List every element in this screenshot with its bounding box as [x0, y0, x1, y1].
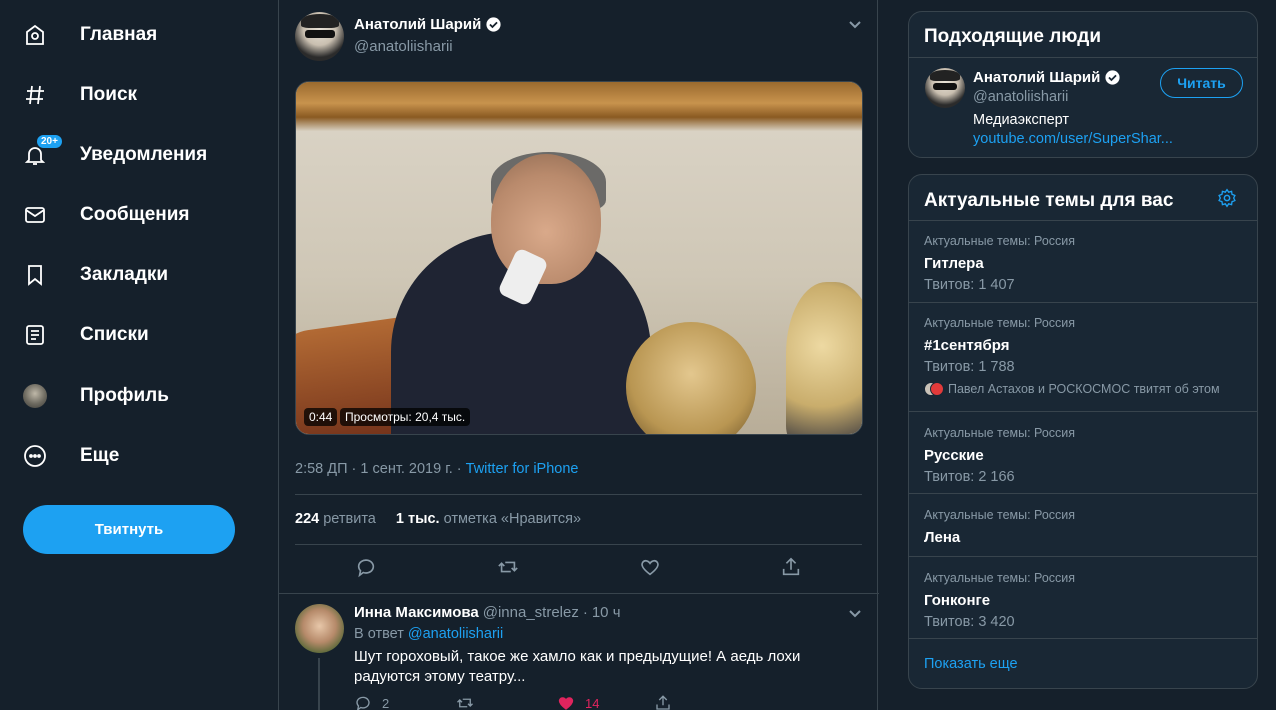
trend-item[interactable]: Актуальные темы: Россия Русские Твитов: … — [909, 411, 1257, 493]
who-to-follow-panel: Подходящие люди Анатолий Шарий @anatolii… — [908, 11, 1258, 158]
retweets-stat[interactable]: 224 ретвита — [295, 511, 376, 527]
trends-panel: Актуальные темы для вас Актуальные темы:… — [908, 174, 1258, 689]
primary-navigation: Главная Поиск 20+ Уведомления Сообщения … — [0, 0, 278, 710]
nav-home[interactable]: Главная — [22, 13, 157, 57]
suggested-user-avatar[interactable] — [925, 68, 965, 108]
author-avatar[interactable] — [295, 12, 344, 61]
nav-explore[interactable]: Поиск — [22, 73, 137, 117]
hashtag-icon — [22, 82, 48, 108]
tweet-stats: 224 ретвита 1 тыс. отметка «Нравится» — [295, 511, 581, 527]
reply-author-name[interactable]: Инна Максимова — [354, 604, 479, 621]
nav-notifications[interactable]: 20+ Уведомления — [22, 133, 207, 177]
suggested-user-name[interactable]: Анатолий Шарий — [973, 69, 1121, 86]
participant-avatars-icon — [924, 382, 944, 396]
home-icon — [22, 22, 48, 48]
show-more-link[interactable]: Показать еще — [924, 656, 1018, 672]
reply-header: Инна Максимова @inna_strelez · 10 ч — [354, 604, 621, 621]
nav-bookmarks[interactable]: Закладки — [22, 253, 168, 297]
author-name-text: Анатолий Шарий — [354, 16, 482, 33]
nav-more-label: Еще — [80, 445, 120, 466]
reply-text: Шут гороховый, такое же хамло как и пред… — [354, 648, 801, 685]
nav-notifications-label: Уведомления — [80, 144, 208, 165]
suggested-user-link[interactable]: youtube.com/user/SuperShar... — [973, 131, 1173, 147]
nav-lists-label: Списки — [80, 324, 149, 345]
trend-item[interactable]: Актуальные темы: Россия Гитлера Твитов: … — [909, 220, 1257, 302]
reply-author-avatar[interactable] — [295, 604, 344, 653]
settings-gear-icon[interactable] — [1217, 188, 1237, 208]
nav-bookmarks-label: Закладки — [80, 264, 169, 285]
nav-more[interactable]: Еще — [22, 434, 119, 478]
reply-to-handle-link[interactable]: @anatoliisharii — [408, 626, 503, 642]
reply-menu-chevron-icon[interactable] — [848, 606, 862, 620]
likes-stat[interactable]: 1 тыс. отметка «Нравится» — [396, 511, 581, 527]
thread-line — [318, 658, 320, 710]
retweet-icon[interactable] — [497, 556, 521, 580]
bookmark-icon — [22, 262, 48, 288]
nav-messages[interactable]: Сообщения — [22, 193, 190, 237]
nav-messages-label: Сообщения — [80, 204, 190, 225]
like-heart-icon — [558, 697, 574, 710]
tweet-time[interactable]: 2:58 ДП — [295, 461, 348, 477]
reply-share-button[interactable] — [654, 694, 672, 710]
show-more-row: Показать еще — [909, 638, 1257, 688]
video-views: Просмотры: 20,4 тыс. — [340, 408, 471, 426]
retweet-icon — [457, 698, 473, 708]
trend-item[interactable]: Актуальные темы: Россия Лена — [909, 493, 1257, 556]
bell-icon: 20+ — [22, 134, 63, 168]
video-duration: 0:44 — [304, 408, 338, 426]
verified-badge-icon — [486, 17, 501, 32]
verified-badge-icon — [1105, 70, 1120, 85]
tweet-button[interactable]: Твитнуть — [23, 505, 235, 554]
more-circle-icon — [22, 443, 48, 469]
trend-participants: Павел Астахов и РОСКОСМОС твитят об этом — [924, 382, 1220, 396]
reply-age[interactable]: 10 ч — [592, 604, 621, 621]
reply-icon — [356, 696, 370, 710]
nav-explore-label: Поиск — [80, 84, 138, 105]
profile-avatar-icon — [22, 383, 48, 409]
trends-title: Актуальные темы для вас — [924, 190, 1174, 211]
nav-profile-label: Профиль — [80, 385, 169, 406]
trend-item[interactable]: Актуальные темы: Россия #1сентября Твито… — [909, 302, 1257, 411]
like-heart-icon[interactable] — [639, 556, 663, 580]
reply-like-button[interactable]: 14 — [557, 694, 599, 710]
tweet-timestamp-line: 2:58 ДП · 1 сент. 2019 г. · Twitter for … — [295, 461, 579, 477]
envelope-icon — [22, 202, 48, 228]
trend-item[interactable]: Актуальные темы: Россия Гонконге Твитов:… — [909, 556, 1257, 638]
reply-retweet-button[interactable] — [456, 694, 474, 710]
reply-reply-button[interactable]: 2 — [354, 694, 389, 710]
tweet-video[interactable]: 0:44 Просмотры: 20,4 тыс. — [295, 81, 863, 435]
nav-lists[interactable]: Списки — [22, 313, 149, 357]
reply-actions: 2 14 — [354, 694, 834, 710]
suggested-user-bio: Медиаэксперт — [973, 112, 1070, 128]
main-timeline: Анатолий Шарий @anatoliisharii 0:44 Прос… — [278, 0, 879, 710]
reply-author-handle[interactable]: @inna_strelez — [483, 604, 579, 621]
list-icon — [22, 322, 48, 348]
nav-profile[interactable]: Профиль — [22, 374, 169, 418]
reply-context: В ответ @anatoliisharii — [354, 626, 504, 642]
nav-home-label: Главная — [80, 24, 158, 45]
notifications-badge: 20+ — [36, 134, 63, 149]
follow-button[interactable]: Читать — [1160, 68, 1243, 98]
share-icon — [656, 695, 670, 710]
tweet-date[interactable]: 1 сент. 2019 г. — [360, 461, 452, 477]
tweet-actions — [279, 556, 879, 584]
who-to-follow-title: Подходящие люди — [924, 26, 1102, 47]
tweet-client-link[interactable]: Twitter for iPhone — [466, 461, 579, 477]
author-name[interactable]: Анатолий Шарий — [354, 16, 502, 33]
suggested-user-handle[interactable]: @anatoliisharii — [973, 89, 1068, 105]
reply-icon[interactable] — [355, 556, 379, 580]
tweet-menu-chevron-icon[interactable] — [848, 17, 862, 31]
share-icon[interactable] — [780, 556, 804, 580]
author-handle[interactable]: @anatoliisharii — [354, 38, 453, 55]
